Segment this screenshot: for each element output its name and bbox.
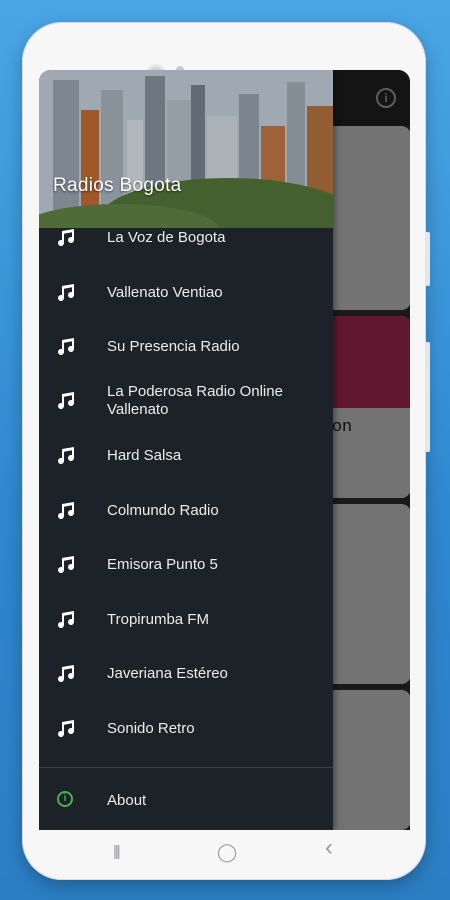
- music-note-icon: [58, 447, 74, 464]
- music-note-icon: [58, 665, 74, 682]
- drawer-header: Radios Bogota: [39, 70, 333, 228]
- menu-item-label: Javeriana Estéreo: [107, 665, 228, 682]
- music-note-icon: [58, 284, 74, 301]
- system-navigation-bar: ||| ◯ ‹: [39, 830, 410, 874]
- menu-item-vallenato-ventiao[interactable]: Vallenato Ventiao: [39, 266, 333, 320]
- volume-button: [425, 232, 430, 286]
- menu-item-label: Sonido Retro: [107, 720, 195, 737]
- music-note-icon: [58, 392, 74, 409]
- back-button[interactable]: ‹: [325, 836, 333, 860]
- music-note-icon: [58, 556, 74, 573]
- menu-item-label: La Voz de Bogota: [107, 229, 226, 246]
- power-button: [425, 342, 430, 452]
- menu-item-about[interactable]: i About: [39, 775, 333, 825]
- menu-item-label: La Poderosa Radio Online Vallenato: [107, 383, 283, 418]
- menu-item-la-poderosa-radio[interactable]: La Poderosa Radio Online Vallenato: [39, 374, 333, 428]
- music-note-icon: [58, 502, 74, 519]
- drawer-header-title: Radios Bogota: [53, 175, 182, 196]
- menu-divider: [39, 767, 333, 768]
- menu-item-label: Hard Salsa: [107, 447, 182, 464]
- menu-item-colmundo-radio[interactable]: Colmundo Radio: [39, 484, 333, 538]
- recents-button[interactable]: |||: [113, 842, 121, 862]
- menu-item-javeriana-estereo[interactable]: Javeriana Estéreo: [39, 647, 333, 701]
- music-note-icon: [58, 720, 74, 737]
- home-button[interactable]: ◯: [217, 842, 237, 862]
- menu-item-su-presencia-radio[interactable]: Su Presencia Radio: [39, 320, 333, 374]
- info-icon: i: [57, 791, 73, 807]
- menu-item-la-voz-de-bogota[interactable]: La Voz de Bogota: [39, 211, 333, 265]
- phone-screen: i n cion ts: [39, 70, 410, 830]
- menu-item-label: Colmundo Radio: [107, 502, 219, 519]
- menu-item-sonido-retro[interactable]: Sonido Retro: [39, 702, 333, 756]
- menu-item-label: Vallenato Ventiao: [107, 284, 223, 301]
- menu-item-tropirumba-fm[interactable]: Tropirumba FM: [39, 593, 333, 647]
- music-note-icon: [58, 611, 74, 628]
- menu-item-emisora-punto-5[interactable]: Emisora Punto 5: [39, 538, 333, 592]
- music-note-icon: [58, 338, 74, 355]
- menu-item-label: Tropirumba FM: [107, 611, 209, 628]
- navigation-drawer: Radios Bogota La Voz de Bogota Vallenato…: [39, 70, 333, 830]
- city-skyline-image: [39, 70, 333, 228]
- menu-item-hard-salsa[interactable]: Hard Salsa: [39, 429, 333, 483]
- music-note-icon: [58, 229, 74, 246]
- menu-item-label: Emisora Punto 5: [107, 556, 218, 573]
- menu-item-label: Su Presencia Radio: [107, 338, 240, 355]
- menu-item-label: About: [107, 791, 147, 809]
